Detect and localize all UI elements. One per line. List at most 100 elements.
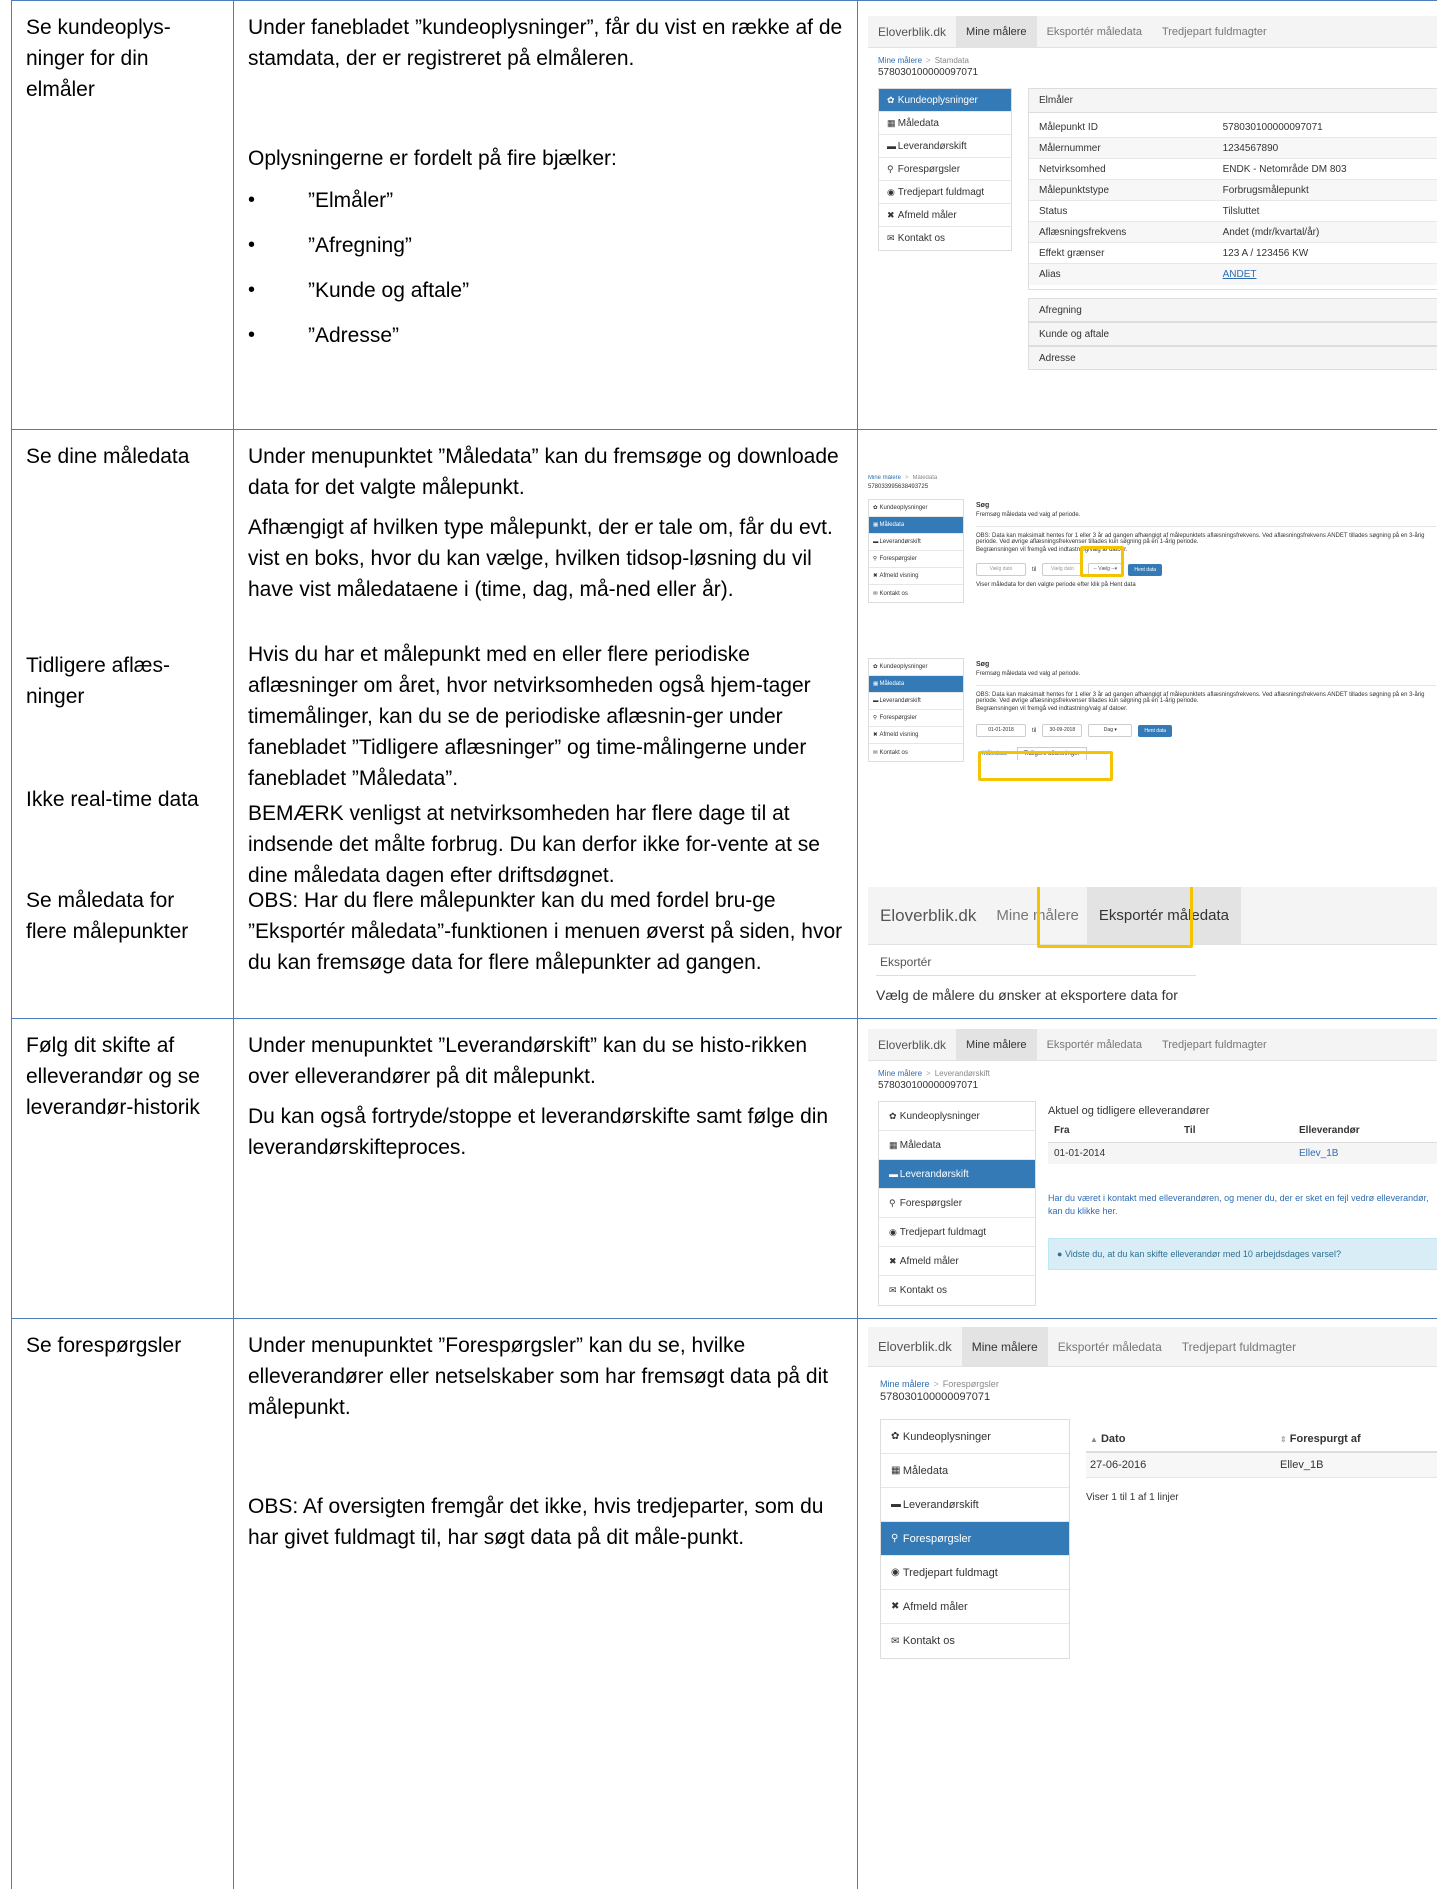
- menu-kontakt[interactable]: ✉ Kontakt os: [879, 227, 1011, 250]
- nav-third-party[interactable]: Tredjepart fuldmagter: [1152, 1029, 1277, 1060]
- breadcrumb-root[interactable]: Mine målere: [878, 56, 922, 65]
- menu-leverandoerskift[interactable]: ▬ Leverandørskift: [879, 135, 1011, 158]
- menu-leverandoerskift[interactable]: ▬ Leverandørskift: [869, 534, 963, 551]
- elmaaler-panel: Elmåler Målepunkt ID 578030100000097071 M…: [1028, 88, 1437, 290]
- nav-export[interactable]: Eksportér måledata: [1037, 1029, 1152, 1060]
- nav-export[interactable]: Eksportér måledata: [1037, 16, 1152, 47]
- collapsed-afregning[interactable]: Afregning: [1028, 298, 1437, 322]
- envelope-icon: ✉: [891, 1635, 900, 1647]
- screenshot-leverandoerskift: Eloverblik.dk Mine målere Eksportér måle…: [868, 1029, 1437, 1311]
- menu-leverandoerskift[interactable]: ▬ Leverandørskift: [879, 1160, 1035, 1189]
- image-cell: Mine målere > Måledata 578033995638493725 …: [857, 430, 1437, 874]
- resolution-select[interactable]: Dag ▾: [1088, 724, 1133, 737]
- menu-afmeld[interactable]: ✖ Afmeld måler: [879, 204, 1011, 227]
- menu-kundeoplysninger[interactable]: ✿ Kundeoplysninger: [869, 659, 963, 676]
- menu-kundeoplysninger[interactable]: ✿ Kundeoplysninger: [879, 1102, 1035, 1131]
- kv-list: Målepunkt ID 578030100000097071 Målernumm…: [1029, 113, 1437, 289]
- hent-data-button[interactable]: Hent data: [1138, 724, 1173, 737]
- menu-maaledata[interactable]: ▦ Måledata: [869, 517, 963, 534]
- menu-afmeld-visning[interactable]: ✖ Afmeld visning: [869, 727, 963, 744]
- text-cell: Under menupunktet ”Måledata” kan du frem…: [233, 430, 857, 887]
- menu-kontakt[interactable]: ✉ Kontakt os: [879, 1276, 1035, 1305]
- row-leverandoerskift: Følg dit skifte af elleverandør og se le…: [11, 1018, 1437, 1318]
- alias-link[interactable]: ANDET: [1223, 264, 1437, 285]
- menu-forespoergsler[interactable]: ⚲ Forespørgsler: [869, 710, 963, 727]
- menu-tredjepart[interactable]: ◉ Tredjepart fuldmagt: [879, 181, 1011, 204]
- date-from-input[interactable]: 01-01-2018: [976, 724, 1026, 737]
- menu-kundeoplysninger[interactable]: ✿ Kundeoplysninger: [869, 500, 963, 517]
- panel-title[interactable]: Elmåler: [1029, 89, 1437, 113]
- menu-afmeld-visning[interactable]: ✖ Afmeld visning: [869, 568, 963, 585]
- menu-afmeld[interactable]: ✖ Afmeld måler: [879, 1247, 1035, 1276]
- search-controls: Vælg dato til Vælg dato -- Vælg --▾ Hent…: [976, 563, 1436, 576]
- search-area: Søg Fremsøg måledata ved valg af periode…: [976, 658, 1436, 760]
- kv-row: Målepunktstype Forbrugsmålepunkt: [1029, 180, 1437, 201]
- row-kundeoplysninger: Se kundeoplys-ninger for din elmåler Und…: [11, 0, 1437, 429]
- menu-kontakt[interactable]: ✉ Kontakt os: [869, 585, 963, 602]
- side-menu: ✿ Kundeoplysninger ▦ Måledata ▬ Leverandørs…: [878, 1101, 1036, 1306]
- brand-link[interactable]: Eloverblik.dk: [868, 1029, 956, 1060]
- gear-icon: ✿: [889, 1110, 897, 1121]
- menu-maaledata[interactable]: ▦ Måledata: [879, 1131, 1035, 1160]
- menu-maaledata[interactable]: ▦ Måledata: [879, 112, 1011, 135]
- date-to-input[interactable]: Vælg dato: [1042, 563, 1083, 576]
- nav-third-party[interactable]: Tredjepart fuldmagter: [1172, 1327, 1306, 1366]
- kv-row: Målernummer 1234567890: [1029, 138, 1437, 159]
- kv-row: Status Tilsluttet: [1029, 201, 1437, 222]
- menu-forespoergsler[interactable]: ⚲ Forespørgsler: [881, 1522, 1069, 1556]
- breadcrumb: Mine målere > Forespørgsler: [880, 1379, 999, 1389]
- side-menu: ✿ Kundeoplysninger ▦ Måledata ▬ Leverandørs…: [878, 88, 1012, 251]
- image-cell: Eloverblik.dk Mine målere Eksportér måle…: [857, 1, 1437, 429]
- bullet-item: ”Elmåler”: [248, 185, 469, 216]
- highlight-export: [1037, 887, 1193, 948]
- brand-link[interactable]: Eloverblik.dk: [868, 1327, 962, 1366]
- briefcase-icon: ▬: [887, 141, 896, 151]
- menu-forespoergsler[interactable]: ⚲ Forespørgsler: [869, 551, 963, 568]
- collapsed-kunde-aftale[interactable]: Kunde og aftale: [1028, 322, 1437, 346]
- kv-row: Alias ANDET: [1029, 264, 1437, 285]
- text-cell: Under menupunktet ”Leverandørskift” kan …: [233, 1019, 857, 1318]
- meter-id: 578030100000097071: [878, 67, 979, 78]
- menu-tredjepart[interactable]: ◉ Tredjepart fuldmagt: [881, 1556, 1069, 1590]
- meter-id: 578033995638493725: [868, 484, 929, 490]
- menu-forespoergsler[interactable]: ⚲ Forespørgsler: [879, 158, 1011, 181]
- brand-link[interactable]: Eloverblik.dk: [868, 16, 956, 47]
- menu-forespoergsler[interactable]: ⚲ Forespørgsler: [879, 1189, 1035, 1218]
- supplier-link[interactable]: Ellev_1B: [1299, 1148, 1338, 1159]
- sort-forespurgt-header[interactable]: ⇕ Forespurgt af: [1280, 1433, 1361, 1445]
- search-title: Søg: [976, 661, 990, 668]
- highlight-select: [1080, 546, 1124, 577]
- error-contact-link[interactable]: Har du været i kontakt med elleverandøre…: [1048, 1192, 1437, 1218]
- info-icon: ●: [1057, 1249, 1063, 1259]
- sort-dato-header[interactable]: ▲ Dato: [1090, 1433, 1280, 1445]
- brand-link[interactable]: Eloverblik.dk: [868, 887, 988, 944]
- menu-tredjepart[interactable]: ◉ Tredjepart fuldmagt: [879, 1218, 1035, 1247]
- nav-mine-maalere[interactable]: Mine målere: [961, 1327, 1048, 1366]
- export-tab[interactable]: Eksportér: [880, 955, 931, 969]
- date-to-input[interactable]: 30-09-2018: [1042, 724, 1083, 737]
- image-cell: Eloverblik.dk Mine målere Eksportér måle…: [857, 874, 1437, 1018]
- collapsed-adresse[interactable]: Adresse: [1028, 346, 1437, 370]
- menu-afmeld[interactable]: ✖ Afmeld måler: [881, 1590, 1069, 1624]
- date-from-input[interactable]: Vælg dato: [976, 563, 1026, 576]
- nav-mine-maalere[interactable]: Mine målere: [956, 1029, 1037, 1060]
- menu-kontakt[interactable]: ✉ Kontakt os: [881, 1624, 1069, 1658]
- nav-export[interactable]: Eksportér måledata: [1048, 1327, 1172, 1366]
- row-label: Se forespørgsler: [26, 1334, 182, 1357]
- row-label: Se dine måledata: [26, 445, 190, 468]
- menu-maaledata[interactable]: ▦ Måledata: [881, 1454, 1069, 1488]
- close-icon: ✖: [889, 1255, 897, 1266]
- menu-leverandoerskift[interactable]: ▬ Leverandørskift: [869, 693, 963, 710]
- menu-maaledata[interactable]: ▦ Måledata: [869, 676, 963, 693]
- nav-mine-maalere[interactable]: Mine målere: [956, 16, 1037, 47]
- nav-third-party[interactable]: Tredjepart fuldmagter: [1152, 16, 1277, 47]
- paragraph: OBS: Af oversigten fremgår det ikke, hvi…: [248, 1495, 824, 1549]
- menu-leverandoerskift[interactable]: ▬ Leverandørskift: [881, 1488, 1069, 1522]
- menu-kundeoplysninger[interactable]: ✿ Kundeoplysninger: [881, 1420, 1069, 1454]
- hent-data-button[interactable]: Hent data: [1128, 563, 1163, 576]
- bullet-item: ”Adresse”: [248, 320, 469, 351]
- info-box: ● Vidste du, at du kan skifte elleverand…: [1048, 1238, 1437, 1270]
- menu-kontakt[interactable]: ✉ Kontakt os: [869, 744, 963, 761]
- menu-kundeoplysninger[interactable]: ✿ Kundeoplysninger: [879, 89, 1011, 112]
- breadcrumb: Mine målere > Måledata: [868, 475, 938, 481]
